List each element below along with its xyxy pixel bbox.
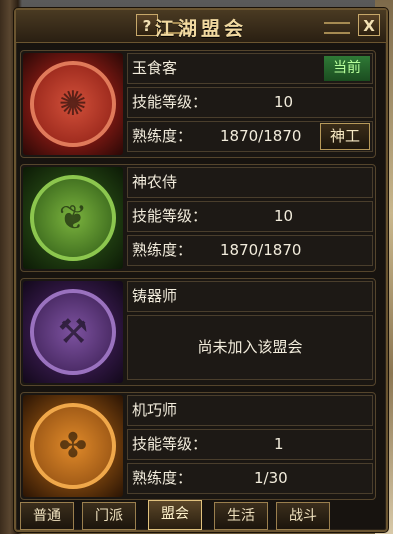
mechanic-emblem-ring: ✤ bbox=[30, 403, 116, 489]
skill-level-row: 技能等级： 1 bbox=[127, 429, 373, 460]
not-joined-message: 尚未加入该盟会 bbox=[197, 338, 303, 356]
mechanic-emblem-icon: ✤ bbox=[23, 395, 123, 497]
skill-level-row: 技能等级： 10 bbox=[127, 87, 373, 118]
herbalist-emblem-icon: ❦ bbox=[23, 167, 123, 269]
guild-name: 神农侍 bbox=[132, 173, 178, 191]
proficiency-row: 熟练度： 1870/1870 神工 bbox=[127, 121, 373, 152]
tab-combat[interactable]: 战斗 bbox=[276, 502, 330, 530]
guild-name-row: 机巧师 bbox=[127, 395, 373, 426]
guild-card-jiqiaoshi[interactable]: ✤ 机巧师 技能等级： 1 熟练度： 1/30 bbox=[20, 392, 376, 500]
proficiency-label: 熟练度： bbox=[132, 469, 193, 487]
guild-window: ? 江湖盟会 X ✺ 玉食客 当前 技能等级： 10 熟练度： 1870/187… bbox=[14, 8, 388, 532]
proficiency-row: 熟练度： 1870/1870 bbox=[127, 235, 373, 266]
tab-sect[interactable]: 门派 bbox=[82, 502, 136, 530]
guild-name-row: 铸器师 bbox=[127, 281, 373, 312]
skill-level-label: 技能等级： bbox=[132, 93, 208, 111]
guild-name: 玉食客 bbox=[132, 59, 178, 77]
skill-level-label: 技能等级： bbox=[132, 207, 208, 225]
skill-level-value: 10 bbox=[274, 207, 294, 225]
guild-name-row: 神农侍 bbox=[127, 167, 373, 198]
proficiency-label: 熟练度： bbox=[132, 241, 193, 259]
title-ornament-right bbox=[324, 22, 350, 34]
tab-general[interactable]: 普通 bbox=[20, 502, 74, 530]
title-bar[interactable]: ? 江湖盟会 X bbox=[16, 10, 386, 43]
guild-name: 铸器师 bbox=[132, 287, 178, 305]
chef-emblem-icon: ✺ bbox=[23, 53, 123, 155]
proficiency-value: 1/30 bbox=[254, 469, 288, 487]
proficiency-label: 熟练度： bbox=[132, 127, 193, 145]
shengong-button[interactable]: 神工 bbox=[320, 123, 370, 150]
close-button[interactable]: X bbox=[358, 14, 380, 36]
skill-level-label: 技能等级： bbox=[132, 435, 208, 453]
tab-guild[interactable]: 盟会 bbox=[148, 500, 202, 530]
skill-level-value: 10 bbox=[274, 93, 294, 111]
guild-card-zhuqishi[interactable]: ⚒ 铸器师 尚未加入该盟会 bbox=[20, 278, 376, 386]
chef-emblem-ring: ✺ bbox=[30, 61, 116, 147]
tab-life[interactable]: 生活 bbox=[214, 502, 268, 530]
current-badge: 当前 bbox=[324, 56, 370, 81]
smith-emblem-icon: ⚒ bbox=[23, 281, 123, 383]
bottom-tab-bar: 普通 门派 盟会 生活 战斗 bbox=[20, 500, 380, 530]
not-joined-row: 尚未加入该盟会 bbox=[127, 315, 373, 380]
proficiency-row: 熟练度： 1/30 bbox=[127, 463, 373, 494]
guild-card-shennongshi[interactable]: ❦ 神农侍 技能等级： 10 熟练度： 1870/1870 bbox=[20, 164, 376, 272]
skill-level-value: 1 bbox=[274, 435, 284, 453]
proficiency-value: 1870/1870 bbox=[220, 127, 302, 145]
guild-card-yushike[interactable]: ✺ 玉食客 当前 技能等级： 10 熟练度： 1870/1870 神工 bbox=[20, 50, 376, 158]
guild-name: 机巧师 bbox=[132, 401, 178, 419]
herbalist-emblem-ring: ❦ bbox=[30, 175, 116, 261]
guild-name-row: 玉食客 当前 bbox=[127, 53, 373, 84]
smith-emblem-ring: ⚒ bbox=[30, 289, 116, 375]
skill-level-row: 技能等级： 10 bbox=[127, 201, 373, 232]
proficiency-value: 1870/1870 bbox=[220, 241, 302, 259]
